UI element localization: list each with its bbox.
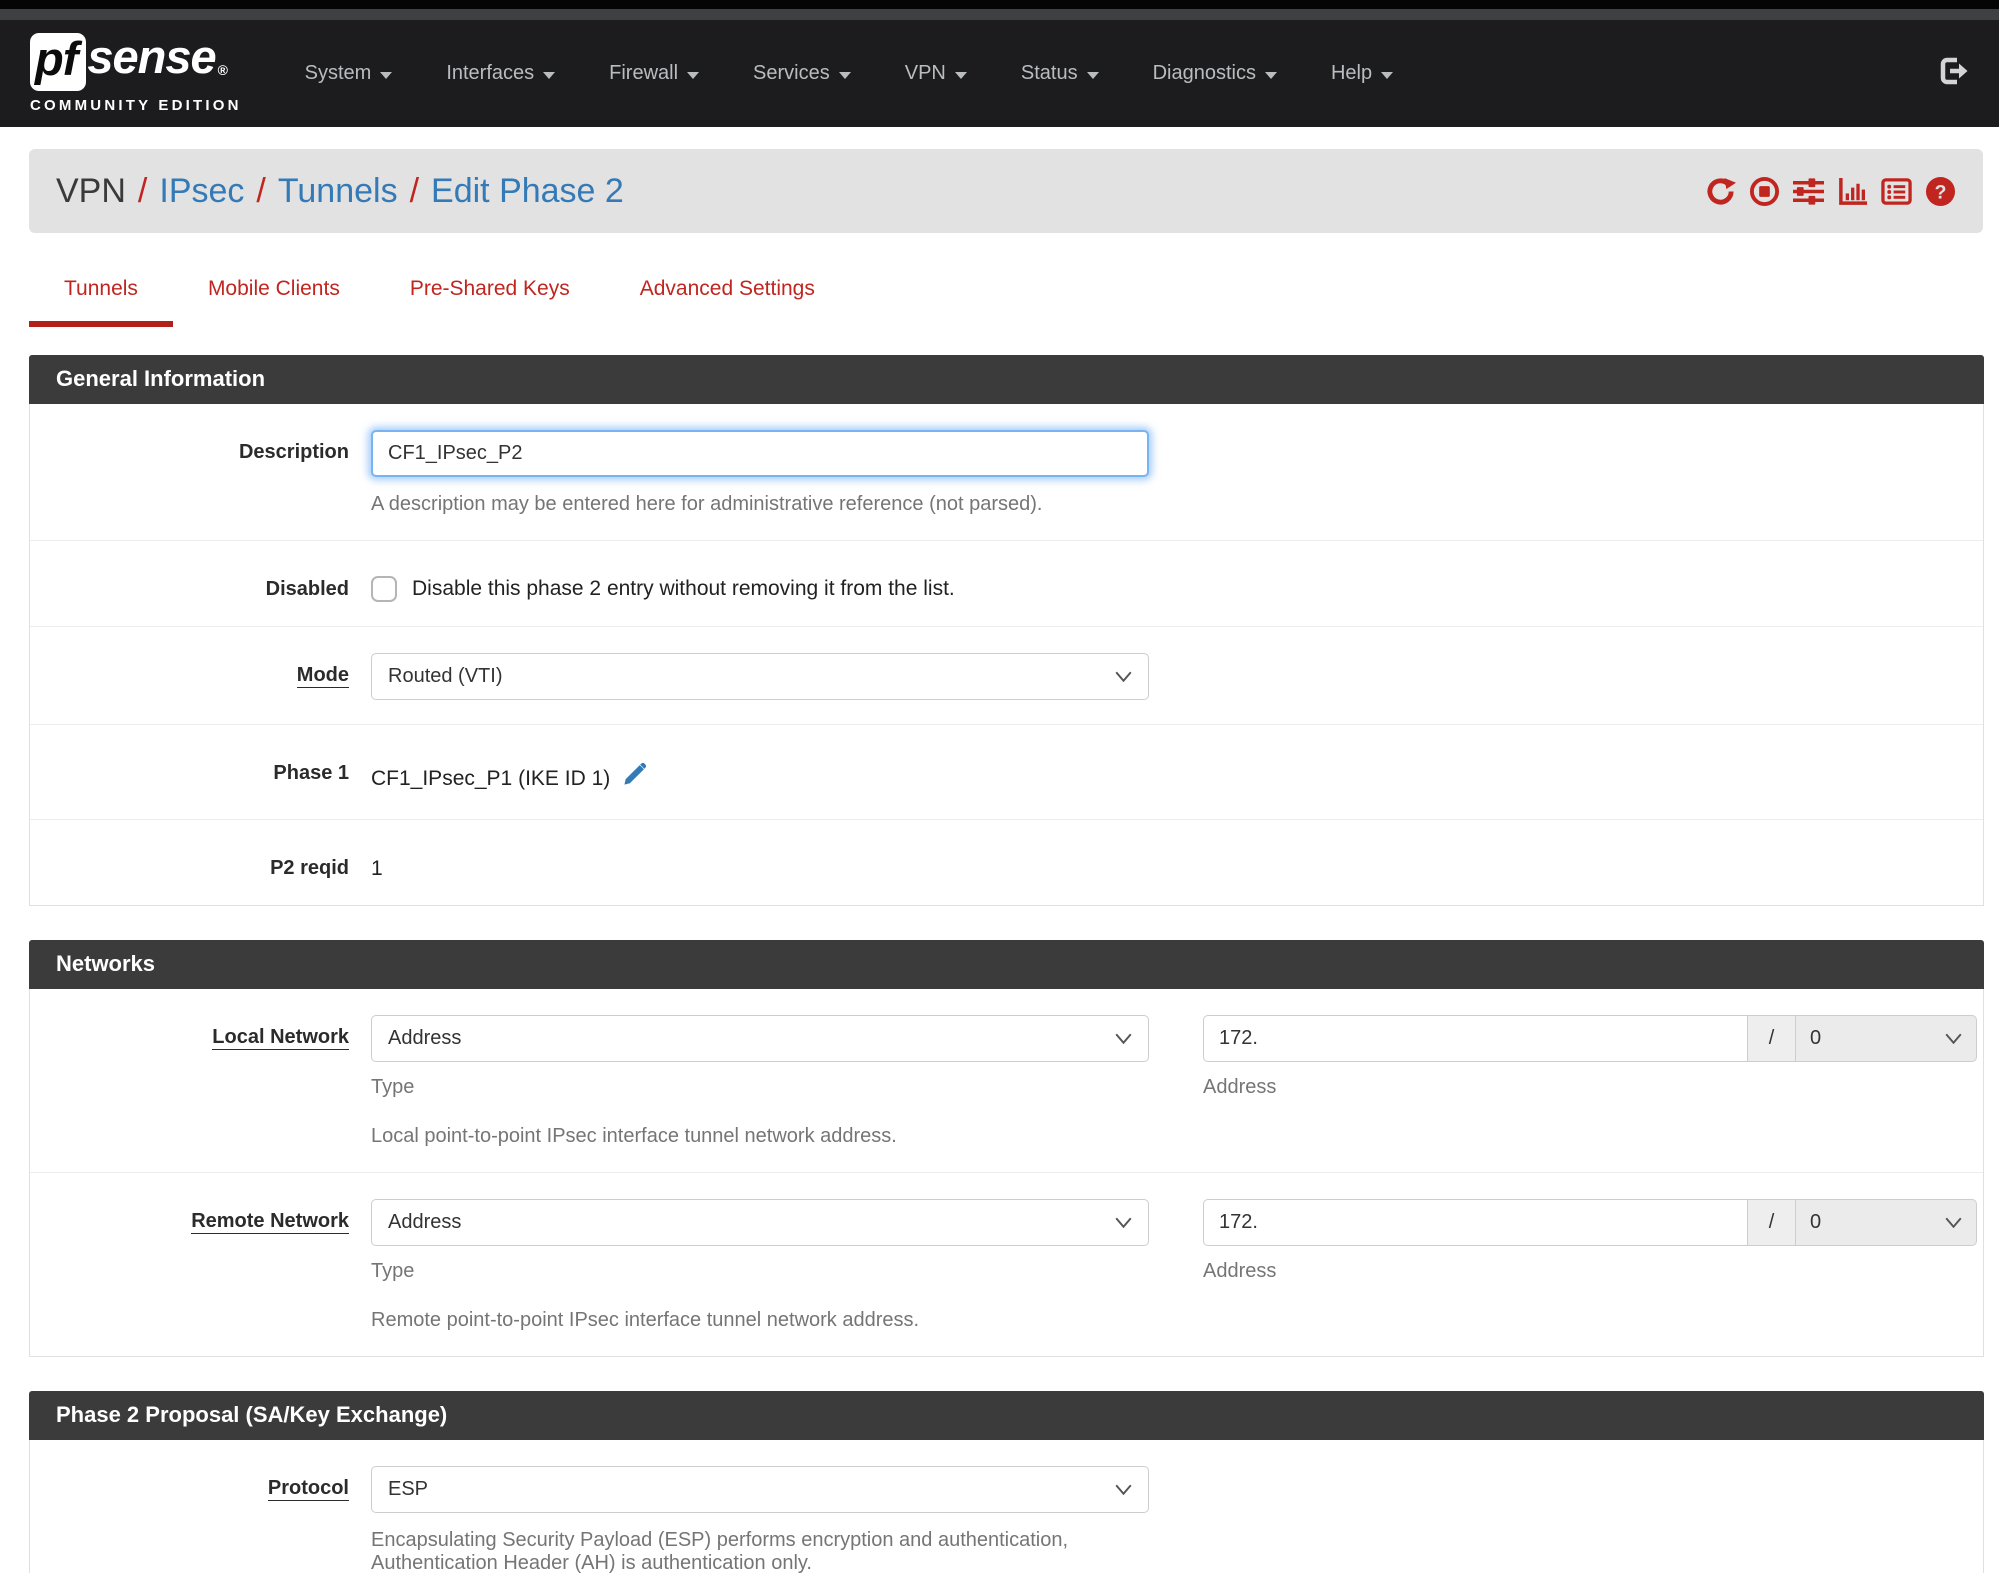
nav-item-vpn[interactable]: VPN (878, 62, 994, 85)
caret-down-icon (687, 71, 700, 79)
mode-label: Mode (296, 664, 349, 688)
local-network-mask-select[interactable]: 0 (1796, 1015, 1977, 1062)
nav-item-status[interactable]: Status (994, 62, 1126, 85)
chevron-down-icon (1945, 1033, 1962, 1044)
panel-networks: Networks Local Network Address Type Loca… (29, 940, 1984, 1357)
caret-down-icon (543, 71, 556, 79)
logo-subtitle: COMMUNITY EDITION (30, 97, 242, 115)
protocol-help: Encapsulating Security Payload (ESP) per… (371, 1529, 1069, 1573)
window-chrome-strip-2 (0, 9, 1999, 20)
row-remote-network: Remote Network Address Type Remote point… (30, 1173, 1983, 1356)
nav-item-services[interactable]: Services (726, 62, 878, 85)
top-navbar: pf sense ® COMMUNITY EDITION System Interf… (0, 20, 1999, 127)
caret-down-icon (954, 71, 967, 79)
nav-item-interfaces[interactable]: Interfaces (419, 62, 582, 85)
nav-item-help[interactable]: Help (1304, 62, 1420, 85)
stop-circle-icon[interactable] (1749, 176, 1780, 207)
mode-select[interactable]: Routed (VTI) (371, 653, 1149, 700)
row-disabled: Disabled ✓ Disable this phase 2 entry wi… (30, 541, 1983, 627)
logout-icon[interactable] (1937, 55, 1969, 92)
chevron-down-icon (1115, 1484, 1132, 1495)
local-network-help: Local point-to-point IPsec interface tun… (371, 1125, 897, 1147)
logo-sense: sense (87, 29, 216, 83)
nav-menu: System Interfaces Firewall Services VPN … (278, 62, 1420, 85)
logo-pf: pf (30, 32, 87, 92)
tab-pre-shared-keys[interactable]: Pre-Shared Keys (375, 259, 605, 321)
remote-network-address-input[interactable] (1203, 1199, 1748, 1246)
row-mode: Mode Routed (VTI) (30, 627, 1983, 725)
breadcrumb-page-title[interactable]: Edit Phase 2 (431, 172, 624, 211)
tab-tunnels[interactable]: Tunnels (29, 259, 173, 327)
remote-network-help: Remote point-to-point IPsec interface tu… (371, 1309, 920, 1331)
list-icon[interactable] (1881, 176, 1912, 207)
caret-down-icon (380, 71, 393, 79)
row-phase1: Phase 1 CF1_IPsec_P1 (IKE ID 1) (30, 725, 1983, 820)
local-network-mask-separator: / (1748, 1015, 1796, 1062)
remote-network-mask-select[interactable]: 0 (1796, 1199, 1977, 1246)
local-network-label: Local Network (212, 1026, 349, 1050)
logo-registered-mark: ® (217, 61, 228, 78)
breadcrumb: VPN / IPsec / Tunnels / Edit Phase 2 (56, 171, 624, 211)
description-input[interactable] (371, 430, 1149, 477)
caret-down-icon (1086, 71, 1099, 79)
protocol-label: Protocol (267, 1477, 349, 1501)
local-network-address-help: Address (1203, 1076, 1277, 1098)
local-network-type-select[interactable]: Address (371, 1015, 1149, 1062)
chevron-down-icon (1115, 671, 1132, 682)
panel-title: Networks (29, 940, 1984, 989)
remote-network-type-help: Type (371, 1260, 415, 1282)
chevron-down-icon (1945, 1217, 1962, 1228)
remote-network-type-select[interactable]: Address (371, 1199, 1149, 1246)
p2reqid-value: 1 (371, 857, 383, 880)
help-circle-icon[interactable]: ? (1925, 176, 1956, 207)
refresh-icon[interactable] (1705, 176, 1736, 207)
disabled-checkbox-label: Disable this phase 2 entry without remov… (412, 577, 955, 600)
edit-pencil-icon[interactable] (620, 762, 647, 795)
remote-network-mask-separator: / (1748, 1199, 1796, 1246)
phase1-value: CF1_IPsec_P1 (IKE ID 1) (371, 766, 611, 790)
chevron-down-icon (1115, 1217, 1132, 1228)
panel-title: Phase 2 Proposal (SA/Key Exchange) (29, 1391, 1984, 1440)
local-network-type-help: Type (371, 1076, 415, 1098)
description-label: Description (238, 441, 349, 463)
sliders-icon[interactable] (1793, 176, 1824, 207)
svg-text:?: ? (1935, 181, 1947, 203)
row-protocol: Protocol ESP Encapsulating Security Payl… (30, 1440, 1983, 1573)
bar-chart-icon[interactable] (1837, 176, 1868, 207)
panel-general-information: General Information Description A descri… (29, 355, 1984, 906)
tab-advanced-settings[interactable]: Advanced Settings (605, 259, 850, 321)
caret-down-icon (1264, 71, 1277, 79)
chevron-down-icon (1115, 1033, 1132, 1044)
caret-down-icon (838, 71, 851, 79)
tab-mobile-clients[interactable]: Mobile Clients (173, 259, 375, 321)
row-description: Description A description may be entered… (30, 404, 1983, 541)
breadcrumb-link-ipsec[interactable]: IPsec (159, 172, 244, 211)
protocol-select[interactable]: ESP (371, 1466, 1149, 1513)
remote-network-label: Remote Network (191, 1210, 349, 1234)
tab-bar: Tunnels Mobile Clients Pre-Shared Keys A… (29, 259, 1999, 327)
panel-phase2-proposal: Phase 2 Proposal (SA/Key Exchange) Proto… (29, 1391, 1984, 1573)
nav-item-system[interactable]: System (278, 62, 420, 85)
disabled-checkbox[interactable]: ✓ (371, 576, 397, 602)
breadcrumb-link-tunnels[interactable]: Tunnels (278, 172, 398, 211)
disabled-label: Disabled (265, 578, 349, 600)
phase1-label: Phase 1 (273, 762, 349, 784)
nav-item-diagnostics[interactable]: Diagnostics (1126, 62, 1304, 85)
breadcrumb-vpn: VPN (56, 171, 126, 210)
p2reqid-label: P2 reqid (270, 857, 349, 879)
remote-network-address-help: Address (1203, 1260, 1277, 1282)
nav-item-firewall[interactable]: Firewall (582, 62, 726, 85)
window-chrome-strip (0, 0, 1999, 9)
pfsense-logo[interactable]: pf sense ® COMMUNITY EDITION (30, 29, 242, 115)
description-help: A description may be entered here for ad… (371, 493, 1043, 515)
row-p2reqid: P2 reqid 1 (30, 820, 1983, 905)
panel-title: General Information (29, 355, 1984, 404)
breadcrumb-bar: VPN / IPsec / Tunnels / Edit Phase 2 ? (29, 149, 1983, 233)
row-local-network: Local Network Address Type Local point-t… (30, 989, 1983, 1173)
caret-down-icon (1381, 71, 1394, 79)
local-network-address-input[interactable] (1203, 1015, 1748, 1062)
